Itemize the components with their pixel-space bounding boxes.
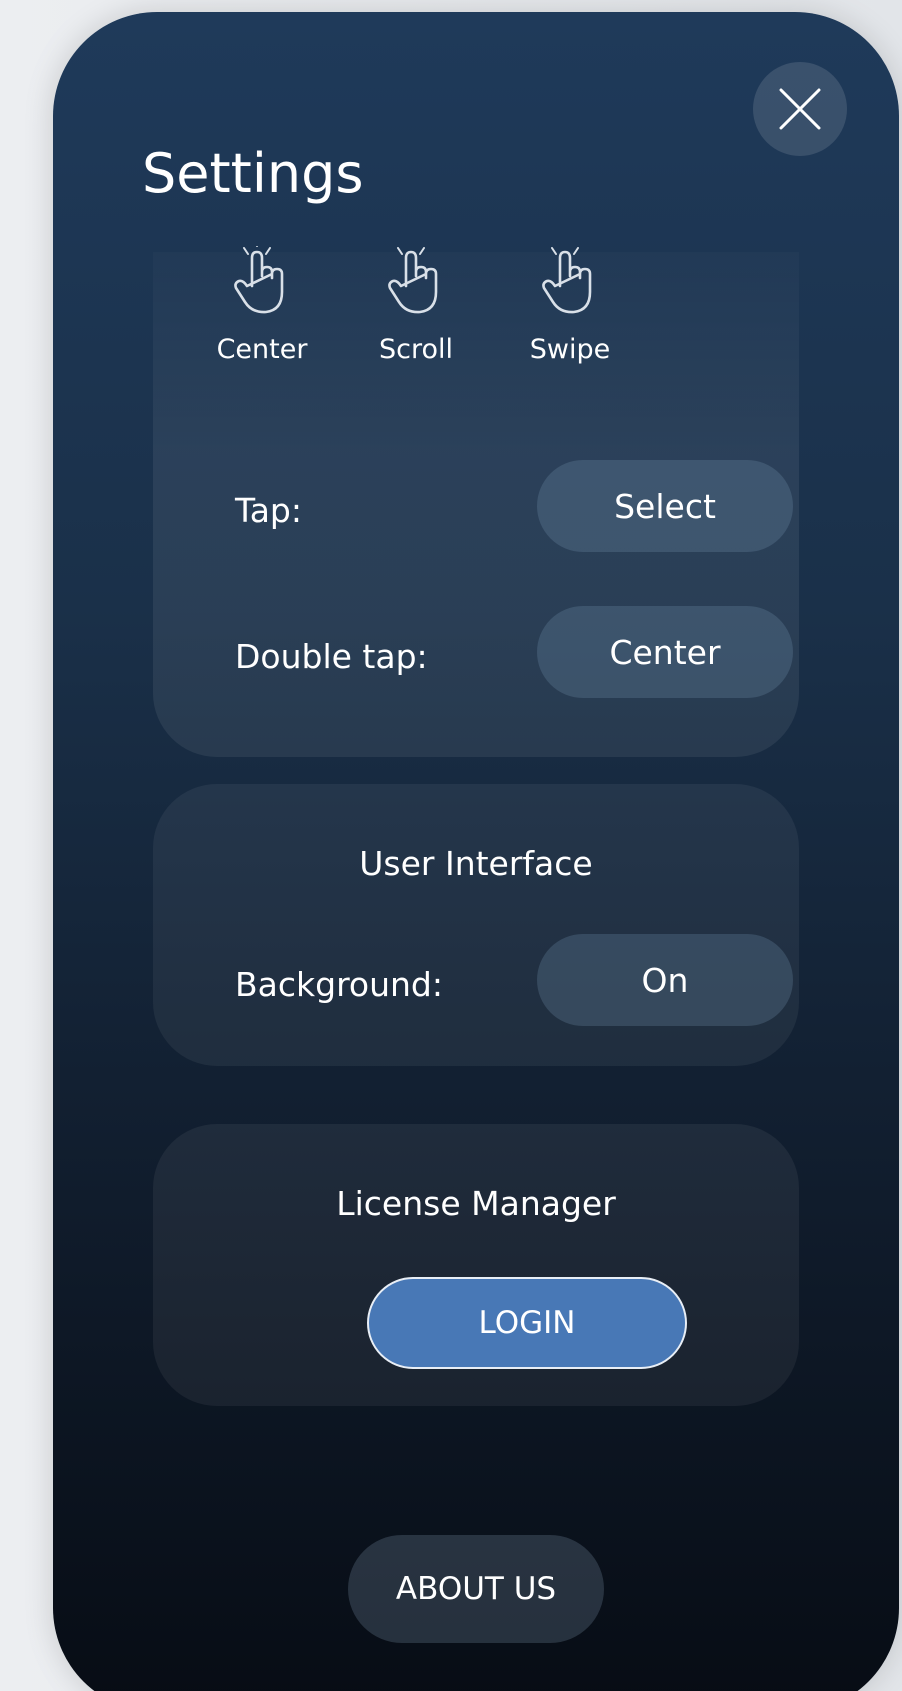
gesture-label: Center	[216, 334, 308, 365]
app-screen: Settings Center Scroll Swipe Tap: Select…	[0, 0, 902, 1691]
double-tap-center-button[interactable]: Center	[537, 606, 793, 698]
background-label: Background:	[235, 965, 443, 1004]
user-interface-card: User Interface Background: On	[153, 784, 799, 1066]
hand-pointer-icon	[388, 247, 438, 314]
page-title: Settings	[142, 142, 364, 205]
tap-select-button[interactable]: Select	[537, 460, 793, 552]
license-manager-card: License Manager LOGIN	[153, 1124, 799, 1406]
login-button[interactable]: LOGIN	[367, 1277, 687, 1369]
double-tap-label: Double tap:	[235, 637, 428, 676]
close-icon	[779, 88, 821, 130]
section-title-license-manager: License Manager	[336, 1184, 616, 1223]
gestures-card: Center Scroll Swipe Tap: Select Double t…	[153, 246, 799, 757]
gesture-label: Swipe	[529, 334, 611, 365]
hand-pointer-icon	[542, 247, 592, 314]
background-toggle-button[interactable]: On	[537, 934, 793, 1026]
hand-pointer-icon	[234, 246, 284, 314]
tap-label: Tap:	[235, 491, 302, 530]
about-us-button[interactable]: ABOUT US	[348, 1535, 604, 1643]
settings-panel: Settings Center Scroll Swipe Tap: Select…	[53, 12, 899, 1691]
gesture-swipe[interactable]: Swipe	[510, 246, 630, 365]
section-title-user-interface: User Interface	[359, 844, 593, 883]
close-button[interactable]	[753, 62, 847, 156]
gesture-center[interactable]: Center	[202, 246, 322, 365]
gesture-label: Scroll	[378, 334, 453, 365]
gesture-scroll[interactable]: Scroll	[356, 246, 476, 365]
